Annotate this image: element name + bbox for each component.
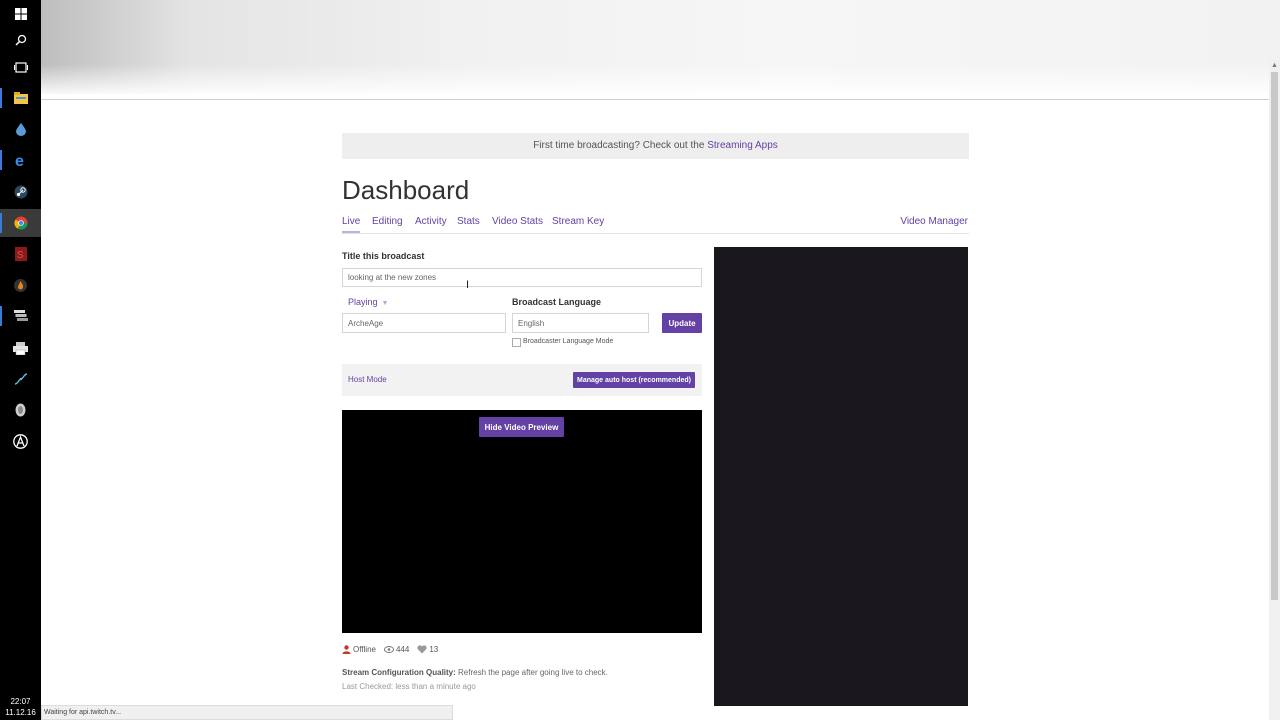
tab-live[interactable]: Live [342,216,361,233]
chrome-icon[interactable] [0,209,41,237]
views-count: 444 [395,645,410,654]
language-select[interactable]: English [512,313,649,333]
taskbar-clock[interactable]: 22:07 11.12.16 [0,696,41,720]
windows-taskbar: e S 22:07 11.12.16 [0,0,41,720]
tab-video-stats[interactable]: Video Stats [492,216,543,227]
red-app-icon[interactable]: S [0,240,41,268]
chevron-down-icon: ▼ [381,300,389,307]
language-mode-checkbox[interactable] [512,338,521,347]
fan-app-icon[interactable] [0,365,41,393]
playing-label: Playing [348,297,378,307]
followers-count: 13 [429,645,439,654]
streaming-apps-link[interactable]: Streaming Apps [707,140,778,151]
host-mode-panel: Host Mode Manage auto host (recommended) [342,364,702,396]
views-item: 444 [383,645,410,654]
clock-time: 22:07 [10,697,31,706]
status-item: Offline [342,645,376,654]
tab-activity[interactable]: Activity [415,216,447,227]
stream-config-quality: Stream Configuration Quality: Refresh th… [342,668,608,677]
file-explorer-icon[interactable] [0,84,41,112]
chat-panel[interactable] [714,247,968,706]
video-preview[interactable]: Hide Video Preview [342,410,702,633]
followers-item: 13 [417,645,438,654]
svg-text:S: S [17,250,24,261]
video-manager-link[interactable]: Video Manager [900,216,968,227]
browser-chrome [41,0,1280,94]
notice-text: First time broadcasting? Check out the [533,140,708,151]
heart-icon [417,645,427,654]
tab-stream-key[interactable]: Stream Key [552,216,604,227]
stack-app-icon[interactable] [0,302,41,330]
eye-icon [383,646,394,653]
status-text: Offline [353,645,376,654]
steam-icon[interactable] [0,178,41,206]
page-scrollbar[interactable]: ▲ [1269,60,1280,720]
first-time-notice: First time broadcasting? Check out the S… [342,133,969,159]
game-input[interactable]: ArcheAge [342,313,506,333]
browser-status-bar: Waiting for api.twitch.tv... [41,705,453,720]
stream-config-text: Refresh the page after going live to che… [455,668,608,677]
tab-editing[interactable]: Editing [372,216,403,227]
broadcast-language-label: Broadcast Language [512,297,602,307]
fire-app-icon[interactable] [0,271,41,299]
task-view-icon[interactable] [0,53,41,81]
stream-stats: Offline 444 13 [342,645,446,654]
shield-app-icon[interactable] [0,396,41,424]
hide-video-preview-button[interactable]: Hide Video Preview [479,417,564,437]
manage-auto-host-button[interactable]: Manage auto host (recommended) [573,372,695,388]
droplet-app-icon[interactable] [0,115,41,143]
circle-a-app-icon[interactable] [0,427,41,455]
update-button[interactable]: Update [662,313,702,333]
clock-date: 11.12.16 [5,708,36,717]
stream-config-label: Stream Configuration Quality: [342,668,456,677]
scrollbar-thumb[interactable] [1271,72,1278,600]
page-title: Dashboard [342,175,470,205]
text-cursor-icon: I [466,279,470,291]
printer-app-icon[interactable] [0,334,41,362]
tab-stats[interactable]: Stats [457,216,480,227]
broadcast-title-input[interactable]: looking at the new zones [342,268,702,287]
playing-dropdown[interactable]: Playing ▼ [348,297,388,307]
language-mode-label: Broadcaster Language Mode [523,338,614,345]
host-mode-link[interactable]: Host Mode [348,375,387,384]
windows-start-icon[interactable] [0,0,41,28]
last-checked: Last Checked: less than a minute ago [342,682,476,691]
search-icon[interactable] [0,26,41,54]
edge-browser-icon[interactable]: e [0,146,41,174]
chrome-divider [41,99,1269,100]
title-broadcast-label: Title this broadcast [342,251,425,261]
offline-user-icon [342,645,351,654]
svg-text:e: e [15,153,24,167]
dashboard-tabs: Live Editing Activity Stats Video Stats … [342,216,969,234]
scroll-up-arrow-icon[interactable]: ▲ [1269,60,1280,72]
